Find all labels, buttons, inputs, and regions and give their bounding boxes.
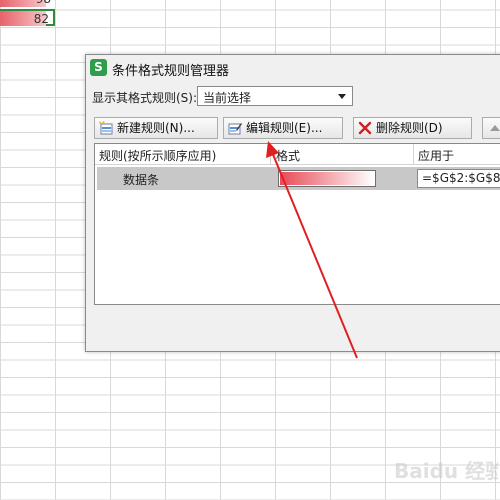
edit-rule-icon: [228, 123, 242, 135]
column-separator[interactable]: [270, 144, 271, 164]
rule-row[interactable]: 数据条 =$G$2:$G$8: [97, 167, 500, 190]
column-header-format[interactable]: 格式: [276, 147, 300, 164]
delete-x-icon: [358, 121, 372, 135]
new-rule-button[interactable]: 新建规则(N)...: [94, 117, 218, 139]
format-preview: [278, 170, 376, 187]
wps-app-icon: S: [90, 59, 107, 76]
rules-list[interactable]: 规则(按所示顺序应用) 格式 应用于 数据条 =$G$2:$G$8: [94, 143, 500, 305]
cell-value: 98: [36, 0, 51, 6]
baidu-paw-logo-icon: Baidu 经验: [394, 459, 500, 483]
data-bar-cell[interactable]: 98: [0, 0, 55, 8]
show-rules-label: 显示其格式规则(S):: [92, 91, 198, 105]
dialog-titlebar[interactable]: S 条件格式规则管理器: [86, 55, 500, 81]
delete-rule-label: 删除规则(D): [376, 121, 443, 135]
data-bar-preview: [280, 172, 374, 185]
baidu-jingyan-watermark: Baidu 经验: [392, 452, 500, 496]
show-rules-select[interactable]: 当前选择: [197, 86, 353, 106]
column-header-rule[interactable]: 规则(按所示顺序应用): [99, 147, 216, 164]
selected-data-bar-cell[interactable]: 82: [0, 9, 55, 26]
column-header-applies-to[interactable]: 应用于: [418, 147, 454, 164]
new-rule-label: 新建规则(N)...: [117, 121, 195, 135]
applies-to-field[interactable]: =$G$2:$G$8: [417, 169, 500, 188]
arrow-up-icon: [490, 125, 500, 131]
chevron-down-icon: [338, 94, 346, 99]
dialog-title: 条件格式规则管理器: [112, 64, 230, 79]
move-up-button[interactable]: [482, 117, 500, 139]
edit-rule-label: 编辑规则(E)...: [246, 121, 323, 135]
show-rules-selected: 当前选择: [203, 91, 252, 105]
column-separator[interactable]: [413, 144, 414, 164]
delete-rule-button[interactable]: 删除规则(D): [353, 117, 472, 139]
new-rule-icon: [99, 121, 113, 135]
rules-list-header: 规则(按所示顺序应用) 格式 应用于: [95, 144, 500, 165]
edit-rule-button[interactable]: 编辑规则(E)...: [223, 117, 343, 139]
rule-name: 数据条: [123, 173, 160, 187]
conditional-format-rules-dialog: S 条件格式规则管理器 显示其格式规则(S): 当前选择 新建规则(N)... …: [85, 54, 500, 352]
cell-value: 82: [33, 12, 49, 26]
svg-text:Baidu 经验: Baidu 经验: [394, 459, 498, 483]
